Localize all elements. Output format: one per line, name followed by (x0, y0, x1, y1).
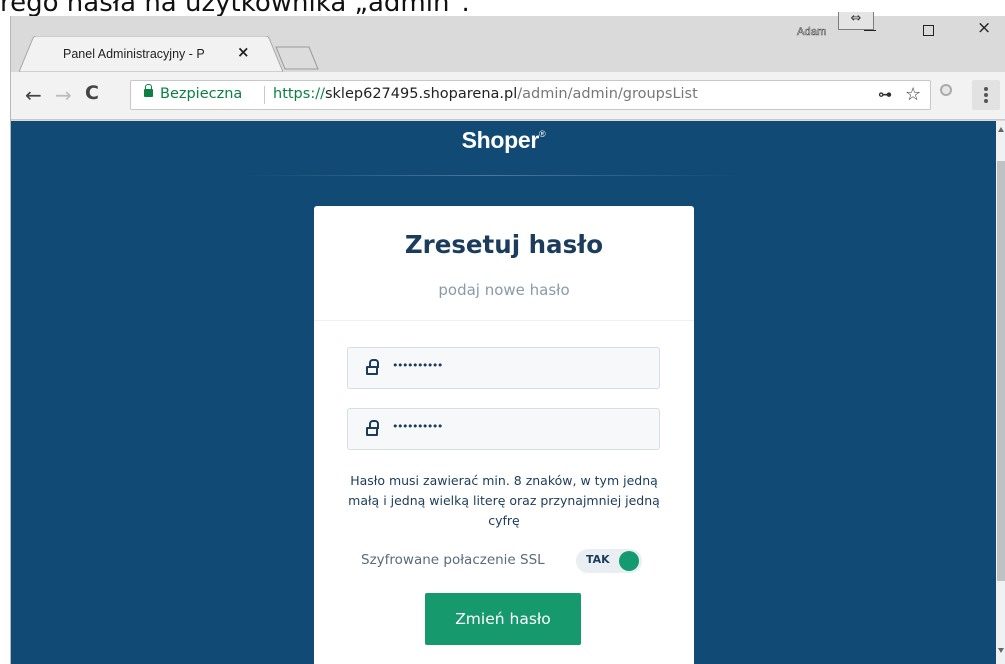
url-scheme: https:// (273, 86, 325, 102)
logo-divider (241, 175, 741, 176)
url-path: /admin/admin/groupsList (517, 86, 698, 102)
reset-password-card: Zresetuj hasło podaj nowe hasło ••••••••… (314, 206, 694, 664)
lock-icon (366, 420, 379, 436)
resize-icon: ⇔ (838, 12, 874, 30)
page-subtitle: podaj nowe hasło (438, 281, 570, 299)
secure-label: Bezpieczna (160, 86, 243, 102)
ssl-toggle-knob (619, 551, 639, 571)
new-tab-button[interactable] (275, 46, 319, 70)
address-bar[interactable]: Bezpieczna https://sklep627495.shoparena… (130, 80, 931, 110)
secure-lock-icon (144, 84, 153, 97)
scroll-up-icon[interactable] (998, 127, 1004, 132)
page-content: Shoper® Zresetuj hasło podaj nowe hasło … (11, 121, 996, 664)
confirm-password-value: •••••••••• (392, 420, 443, 433)
maximize-icon[interactable] (923, 25, 934, 36)
scroll-down-icon[interactable] (998, 648, 1004, 653)
new-password-value: •••••••••• (392, 359, 443, 372)
url-text[interactable]: https://sklep627495.shoparena.pl/admin/a… (273, 86, 698, 102)
minimize-icon[interactable] (864, 30, 876, 31)
ssl-row: Szyfrowane połaczenie SSL TAK (314, 549, 694, 573)
tab-title: Panel Administracyjny - P (63, 47, 205, 61)
page-title: Zresetuj hasło (404, 230, 604, 259)
page-scrollbar[interactable] (996, 121, 1005, 664)
scroll-thumb[interactable] (997, 161, 1005, 581)
reload-icon[interactable]: C (85, 82, 99, 104)
window-close-icon[interactable]: × (977, 18, 991, 38)
change-password-button[interactable]: Zmień hasło (425, 593, 581, 645)
new-password-field[interactable]: •••••••••• (347, 347, 660, 389)
ssl-toggle[interactable]: TAK (576, 549, 642, 573)
extension-icon[interactable] (940, 84, 952, 96)
star-icon[interactable]: ☆ (905, 84, 921, 105)
browser-menu-button[interactable] (972, 80, 1000, 110)
ssl-label: Szyfrowane połaczenie SSL (361, 552, 545, 568)
lock-icon (366, 359, 379, 375)
key-icon[interactable]: ⊶ (878, 87, 892, 103)
url-separator (264, 86, 265, 104)
card-divider (314, 320, 694, 321)
shoper-logo[interactable]: Shoper® (11, 127, 996, 154)
url-host: sklep627495.shoparena.pl (324, 86, 518, 102)
forward-arrow-icon[interactable]: → (55, 83, 72, 107)
confirm-password-field[interactable]: •••••••••• (347, 408, 660, 450)
back-arrow-icon[interactable]: ← (25, 83, 42, 107)
browser-window: Panel Administracyjny - P × Adam ⇔ × ← →… (10, 12, 1005, 664)
password-hint: Hasło musi zawierać min. 8 znaków, w tym… (348, 473, 660, 528)
ssl-toggle-label: TAK (586, 553, 610, 566)
tab-close-icon[interactable]: × (237, 43, 250, 61)
title-bar: Panel Administracyjny - P × Adam ⇔ × (11, 12, 1005, 72)
browser-toolbar: ← → C Bezpieczna https://sklep627495.sho… (11, 72, 1005, 120)
profile-name[interactable]: Adam (797, 26, 827, 39)
